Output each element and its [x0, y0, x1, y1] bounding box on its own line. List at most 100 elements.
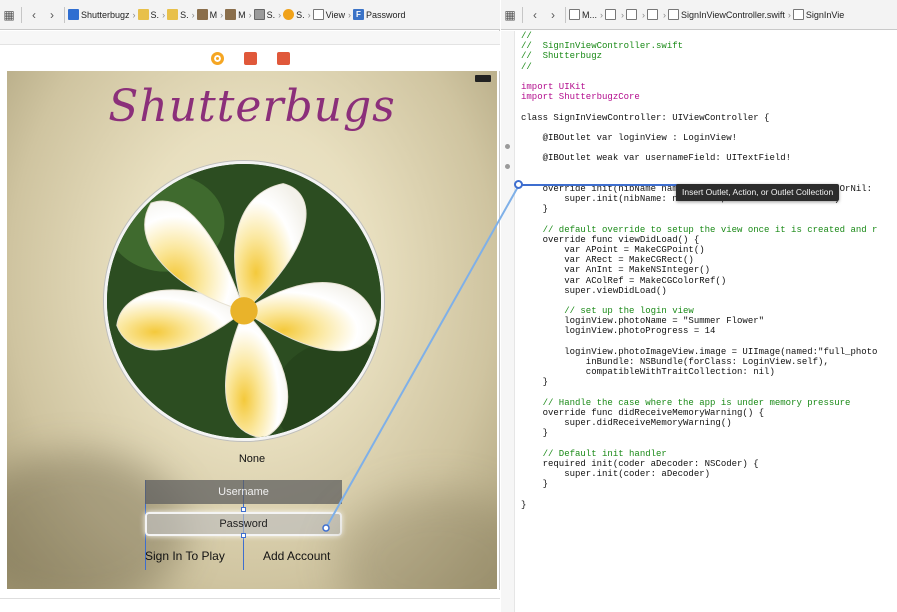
flower-image — [107, 164, 381, 438]
breadcrumb-item[interactable]: S. › — [137, 9, 165, 20]
breadcrumb-item[interactable]: › — [626, 9, 645, 20]
code-line: var APoint = MakeCGPoint() — [521, 244, 705, 255]
username-field[interactable]: Username — [145, 480, 342, 504]
view-icon — [312, 9, 324, 20]
code-line: // Shutterbugz — [521, 51, 603, 62]
add-account-button[interactable]: Add Account — [263, 549, 330, 563]
resize-handle[interactable] — [241, 533, 246, 538]
breadcrumb-item[interactable]: M › — [225, 9, 252, 20]
code-line: override func didReceiveMemoryWarning() … — [521, 407, 765, 418]
breadcrumb-label: Shutterbugz — [81, 9, 130, 20]
breadcrumb-item[interactable]: SignInViewController.swift › — [668, 9, 791, 20]
code-line: // set up the login view — [521, 306, 694, 317]
code-line: var AColRef = MakeCGColorRef() — [521, 275, 727, 286]
breadcrumb-label: S. — [266, 9, 276, 20]
breadcrumb-item[interactable]: › — [605, 9, 624, 20]
source-editor-pane: ▦ ‹ › M... › › › › SignInViewController.swift… — [501, 0, 897, 612]
breadcrumb-label: View — [325, 9, 345, 20]
canvas-background — [0, 590, 500, 612]
code-line: @IBOutlet weak var usernameField: UIText… — [521, 153, 792, 164]
outlet-connection-icon[interactable] — [505, 144, 510, 149]
chevron-right-icon: › — [248, 9, 252, 20]
breadcrumb-item[interactable]: › — [647, 9, 666, 20]
outlet-connection-icon[interactable] — [505, 164, 510, 169]
forward-chevron-icon[interactable]: › — [43, 8, 61, 22]
code-line: compatibleWithTraitCollection: nil) — [521, 367, 775, 378]
code-line: super.init(coder: aDecoder) — [521, 469, 711, 480]
breadcrumb-label: S. — [180, 9, 189, 20]
file-icon — [605, 9, 616, 20]
related-items-icon[interactable]: ▦ — [0, 8, 18, 22]
breadcrumb-label: S. — [150, 9, 160, 20]
view-controller-icon — [283, 9, 295, 20]
code-line: // SignInViewController.swift — [521, 41, 684, 52]
code-line: var AnInt = MakeNSInteger() — [521, 265, 711, 276]
exit-icon[interactable] — [276, 51, 290, 65]
code-line: loginView.photoProgress = 14 — [521, 326, 716, 337]
code-editor[interactable]: //// SignInViewController.swift// Shutte… — [521, 31, 897, 612]
back-chevron-icon[interactable]: ‹ — [526, 8, 544, 22]
related-items-icon[interactable]: ▦ — [501, 8, 519, 22]
code-line: @IBOutlet var loginView : LoginView! — [521, 132, 738, 143]
breadcrumb-item[interactable]: Shutterbugz › — [68, 9, 136, 20]
breadcrumb-label: Password — [365, 9, 406, 20]
breadcrumb-item[interactable]: View › — [312, 9, 351, 20]
breadcrumb-item[interactable]: M... › — [569, 9, 603, 20]
chevron-right-icon: › — [132, 9, 136, 20]
code-line: super.didReceiveMemoryWarning() — [521, 418, 732, 429]
insert-indicator-knob — [514, 180, 523, 189]
chevron-right-icon: › — [220, 9, 224, 20]
chevron-right-icon: › — [191, 9, 195, 20]
code-line: } — [521, 377, 549, 388]
forward-chevron-icon[interactable]: › — [544, 8, 562, 22]
jumpbar-divider — [565, 6, 566, 23]
insert-indicator-line — [518, 184, 678, 186]
breadcrumb-item[interactable]: S. › — [253, 9, 282, 20]
jumpbar-divider — [21, 6, 22, 23]
file-icon — [668, 9, 679, 20]
breadcrumb-label: SignInVie — [805, 9, 845, 20]
file-icon — [569, 9, 580, 20]
code-line: } — [521, 428, 549, 439]
resize-handle[interactable] — [241, 507, 246, 512]
view-controller-icon[interactable] — [210, 51, 224, 65]
breadcrumb-item[interactable]: M › — [196, 9, 224, 20]
storyboard-icon — [196, 9, 208, 20]
breadcrumb-label: M — [238, 9, 246, 20]
scene-icon — [253, 9, 265, 20]
folder-icon — [137, 9, 149, 20]
flower-photo[interactable] — [104, 161, 384, 441]
editor-jump-bar: ▦ ‹ › M... › › › › SignInViewController.swift… — [501, 0, 897, 30]
code-line: // default override to setup the view on… — [521, 224, 878, 235]
code-line: } — [521, 499, 527, 510]
scene-dock — [0, 45, 500, 71]
breadcrumb-item[interactable]: F Password — [352, 9, 406, 20]
chevron-right-icon: › — [621, 9, 624, 20]
breadcrumb-label: M — [209, 9, 218, 20]
sign-in-button[interactable]: Sign In To Play — [145, 549, 225, 563]
xcode-assistant-editor: ▦ ‹ › Shutterbugz › S. › S. › M › M › S. › S. › View › F… — [0, 0, 897, 612]
back-chevron-icon[interactable]: ‹ — [25, 8, 43, 22]
code-line: // Default init handler — [521, 448, 667, 459]
first-responder-icon[interactable] — [243, 51, 257, 65]
chevron-right-icon: › — [347, 9, 351, 20]
breadcrumb-item[interactable]: S. › — [283, 9, 311, 20]
project-icon — [68, 9, 79, 20]
chevron-right-icon: › — [278, 9, 282, 20]
code-line: super.viewDidLoad() — [521, 285, 667, 296]
device-screen: Shutterbugs None Username Password Sign … — [7, 71, 497, 589]
breadcrumb-item[interactable]: SignInVie — [792, 9, 845, 20]
code-line: loginView.photoName = "Summer Flower" — [521, 316, 765, 327]
chevron-right-icon: › — [787, 9, 791, 20]
breadcrumb-item[interactable]: S. › — [167, 9, 195, 20]
code-line: var ARect = MakeCGRect() — [521, 255, 694, 266]
ib-jump-bar: ▦ ‹ › Shutterbugz › S. › S. › M › M › S. › S. › View › F… — [0, 0, 500, 30]
code-line: required init(coder aDecoder: NSCoder) { — [521, 458, 759, 469]
